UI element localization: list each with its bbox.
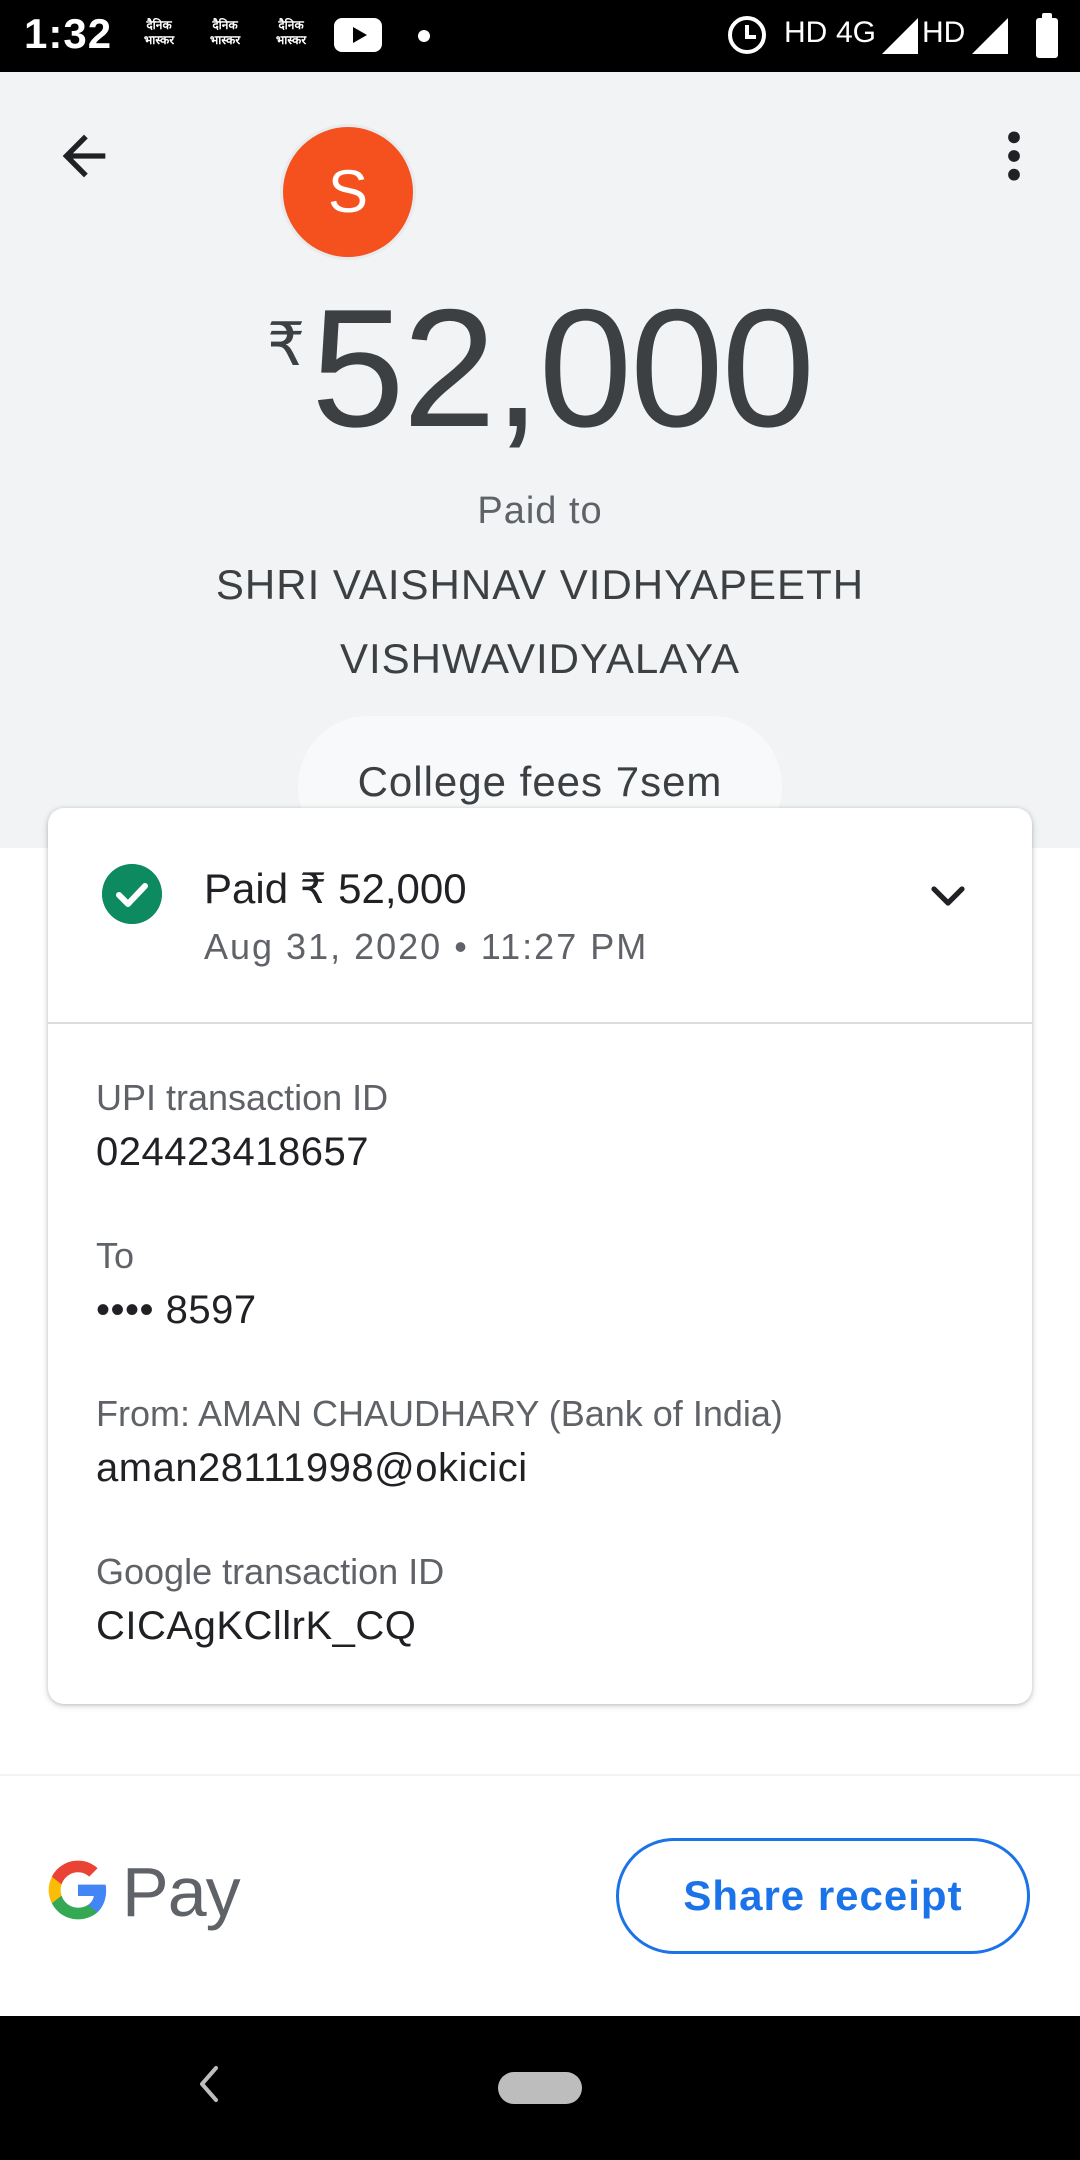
card-divider: [48, 1022, 1032, 1024]
network-type-indicator: 4G: [836, 16, 877, 49]
transaction-details-card: Paid ₹ 52,000 Aug 31, 2020 • 11:27 PM UP…: [48, 808, 1032, 1704]
detail-value[interactable]: aman28111998@okicici: [96, 1440, 976, 1496]
amount-display: ₹52,000: [0, 284, 1080, 454]
pay-wordmark: Pay: [122, 1853, 241, 1931]
detail-value[interactable]: CICAgKCllrK_CQ: [96, 1598, 976, 1654]
success-check-icon: [102, 864, 162, 924]
news-app-notification-icon: दैनिक भास्कर: [143, 18, 175, 47]
payee-name-line-2: VISHWAVIDYALAYA: [339, 635, 741, 682]
detail-label: To: [96, 1235, 135, 1276]
detail-value[interactable]: 024423418657: [96, 1124, 976, 1180]
detail-value: •••• 8597: [96, 1288, 257, 1332]
signal-strength-icon-2: [972, 18, 1008, 54]
news-app-notification-icon: दैनिक भास्कर: [275, 18, 307, 47]
recipient-account-block: To •••• 8597: [96, 1234, 976, 1338]
detail-label: UPI transaction ID: [96, 1077, 389, 1118]
battery-icon: [1036, 13, 1058, 58]
amount-value: 52,000: [311, 274, 815, 462]
payee-avatar: S: [280, 124, 416, 260]
payment-header: S ₹52,000 Paid to SHRI VAISHNAV VIDHYAPE…: [0, 72, 1080, 856]
hd-indicator: HD: [784, 16, 828, 49]
more-notifications-dot-icon: [418, 30, 430, 42]
payment-datetime: Aug 31, 2020 • 11:27 PM: [204, 926, 649, 967]
system-navigation-bar: [0, 2016, 1080, 2160]
share-receipt-button[interactable]: Share receipt: [616, 1838, 1030, 1954]
footer-divider: [0, 1774, 1080, 1776]
hd-indicator-2: HD: [922, 16, 966, 49]
sender-account-block: From: AMAN CHAUDHARY (Bank of India) ama…: [96, 1392, 976, 1496]
alarm-icon: [728, 16, 766, 54]
payee-name: SHRI VAISHNAV VIDHYAPEETH VISHWAVIDYALAY…: [140, 548, 940, 696]
paid-to-label: Paid to: [477, 490, 603, 532]
currency-symbol: ₹: [266, 311, 306, 378]
chevron-down-icon[interactable]: [924, 872, 972, 920]
youtube-notification-icon: [334, 18, 382, 52]
news-app-notification-icon: दैनिक भास्कर: [209, 18, 241, 47]
payment-status-row[interactable]: Paid ₹ 52,000 Aug 31, 2020 • 11:27 PM: [48, 808, 1032, 1022]
detail-label: Google transaction ID: [96, 1551, 445, 1592]
status-bar: 1:32 दैनिक भास्कर दैनिक भास्कर दैनिक भास…: [0, 0, 1080, 72]
back-arrow-icon[interactable]: [52, 124, 116, 188]
google-g-icon: [48, 1860, 107, 1920]
payee-name-line-1: SHRI VAISHNAV VIDHYAPEETH: [215, 561, 865, 608]
google-pay-logo: Pay: [46, 1852, 246, 1932]
payment-status-text: Paid ₹ 52,000: [204, 865, 467, 912]
google-transaction-id-block: Google transaction ID CICAgKCllrK_CQ: [96, 1550, 976, 1654]
signal-strength-icon: [882, 18, 918, 54]
nav-home-pill[interactable]: [498, 2072, 582, 2104]
detail-label: From: AMAN CHAUDHARY (Bank of India): [96, 1393, 783, 1434]
more-options-icon[interactable]: [996, 124, 1032, 188]
upi-transaction-id-block: UPI transaction ID 024423418657: [96, 1076, 976, 1180]
status-time: 1:32: [24, 10, 113, 57]
nav-back-icon[interactable]: [194, 2062, 224, 2106]
